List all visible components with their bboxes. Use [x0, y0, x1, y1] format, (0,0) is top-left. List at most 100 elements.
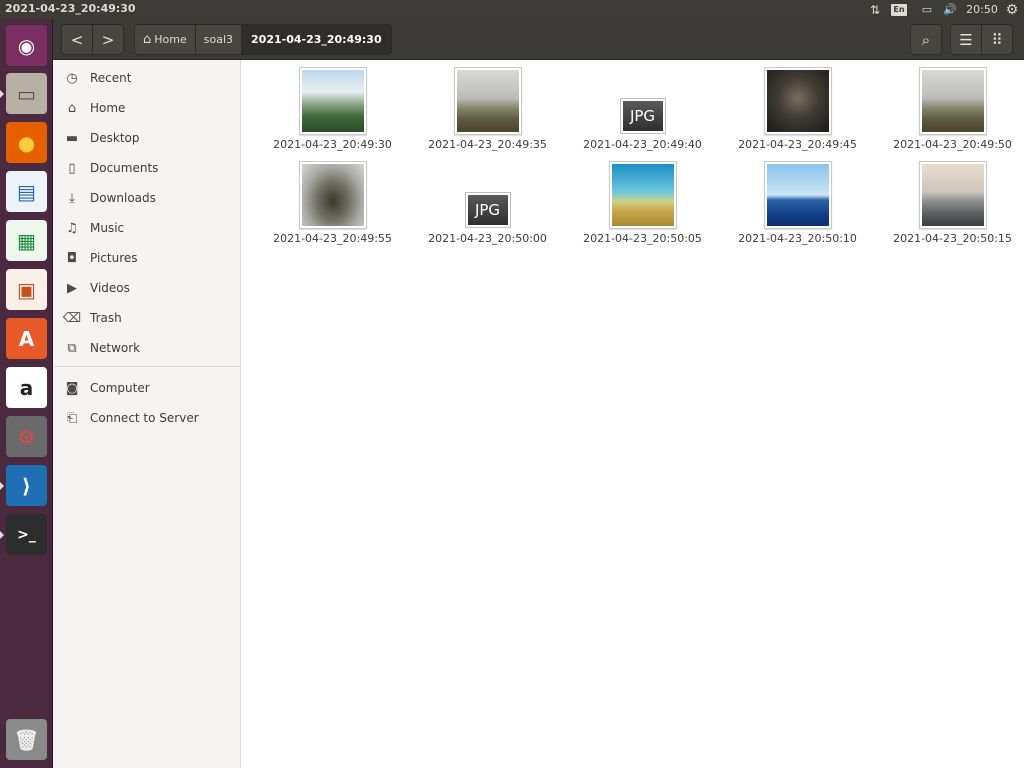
forward-button[interactable]: >	[92, 24, 124, 55]
launcher-item[interactable]: ▣	[4, 267, 49, 312]
launcher-item[interactable]: ⚙	[4, 414, 49, 459]
image-thumbnail	[608, 161, 677, 229]
launcher-item[interactable]: ◉	[4, 23, 49, 68]
image-thumbnail	[763, 161, 832, 229]
launcher-item[interactable]: ▤	[4, 169, 49, 214]
running-indicator-icon	[0, 531, 4, 539]
sidebar-item-downloads[interactable]: ⤓ Downloads	[53, 183, 240, 213]
grid-view-icon: ⠿	[991, 30, 1003, 49]
sidebar-item-recent[interactable]: ◷ Recent	[53, 63, 240, 93]
image-thumbnail	[918, 161, 987, 229]
jpg-file-icon: JPG	[464, 192, 511, 228]
launcher-item[interactable]: 🗑	[4, 717, 49, 762]
view-options-button[interactable]: ⠿	[981, 24, 1013, 55]
file-name: 2021-04-23_20:49:50	[893, 138, 1012, 151]
sound-indicator-icon[interactable]: 🔊	[941, 0, 959, 19]
running-indicator-icon	[0, 482, 4, 490]
launcher-item[interactable]: A	[4, 316, 49, 361]
sidebar-item-desktop[interactable]: ▬ Desktop	[53, 123, 240, 153]
file-name: 2021-04-23_20:50:00	[428, 232, 547, 245]
jpg-label: JPG	[622, 101, 663, 131]
documents-icon: ▯	[68, 160, 76, 176]
breadcrumb-home[interactable]: ⌂ Home	[134, 24, 196, 55]
home-icon: ⌂	[143, 32, 152, 47]
thumbnail-image	[766, 70, 829, 132]
sidebar-item-label: Pictures	[90, 251, 138, 265]
sidebar-item-network[interactable]: ⧉ Network	[53, 333, 240, 363]
file-item[interactable]: 2021-04-23_20:49:45	[720, 60, 875, 154]
breadcrumb-folder[interactable]: soal3	[194, 24, 243, 55]
launcher-item[interactable]: ▭	[4, 71, 49, 116]
file-name: 2021-04-23_20:50:10	[738, 232, 857, 245]
downloads-icon: ⤓	[69, 190, 75, 206]
computer-icon: ◙	[65, 380, 79, 396]
chevron-left-icon: <	[70, 30, 84, 49]
sidebar-item-label: Computer	[90, 381, 150, 395]
launcher-item[interactable]: >_	[4, 512, 49, 557]
sidebar-item-label: Documents	[90, 161, 159, 175]
file-name: 2021-04-23_20:49:55	[273, 232, 392, 245]
sidebar-item-documents[interactable]: ▯ Documents	[53, 153, 240, 183]
breadcrumb-home-label: Home	[154, 33, 187, 46]
launcher-item[interactable]: a	[4, 365, 49, 410]
sidebar: ◷ Recent ⌂ Home ▬ Desktop ▯ Documents ⤓ Downloads…	[53, 60, 241, 768]
jpg-label: JPG	[467, 195, 508, 225]
launcher-item[interactable]: ●	[4, 120, 49, 165]
file-item[interactable]: 2021-04-23_20:49:55	[255, 154, 410, 248]
sidebar-item-videos[interactable]: ▶ Videos	[53, 273, 240, 303]
list-view-button[interactable]: ☰	[950, 24, 982, 55]
file-item[interactable]: 2021-04-23_20:49:35	[410, 60, 565, 154]
file-item[interactable]: 2021-04-23_20:49:30	[255, 60, 410, 154]
ubuntu-dash-icon: ◉	[6, 25, 47, 66]
file-item[interactable]: 2021-04-23_20:50:15	[875, 154, 1024, 248]
system-menu-gear-icon[interactable]: ⚙	[1003, 0, 1021, 19]
sidebar-item-label: Recent	[90, 71, 132, 85]
breadcrumb-current-label: 2021-04-23_20:49:30	[251, 33, 382, 46]
thumbnail-image	[611, 164, 674, 226]
file-name: 2021-04-23_20:50:15	[893, 232, 1012, 245]
breadcrumb-current[interactable]: 2021-04-23_20:49:30	[241, 24, 392, 55]
clock[interactable]: 20:50	[966, 0, 998, 19]
sidebar-item-connect-to-server[interactable]: ⎗ Connect to Server	[53, 403, 240, 433]
music-icon: ♫	[66, 220, 78, 236]
sidebar-item-trash[interactable]: ⌫ Trash	[53, 303, 240, 333]
sidebar-item-home[interactable]: ⌂ Home	[53, 93, 240, 123]
sidebar-item-pictures[interactable]: ◘ Pictures	[53, 243, 240, 273]
file-item[interactable]: 2021-04-23_20:49:50	[875, 60, 1024, 154]
running-indicator-icon	[0, 90, 4, 98]
file-item[interactable]: JPG 2021-04-23_20:49:40	[565, 60, 720, 154]
file-item[interactable]: 2021-04-23_20:50:05	[565, 154, 720, 248]
sidebar-item-music[interactable]: ♫ Music	[53, 213, 240, 243]
launcher-item[interactable]: ▦	[4, 218, 49, 263]
chevron-right-icon: >	[101, 30, 115, 49]
back-button[interactable]: <	[61, 24, 93, 55]
home-icon: ⌂	[67, 100, 77, 116]
battery-indicator-icon[interactable]: ▭	[916, 0, 938, 19]
desktop-icon: ▬	[65, 130, 79, 146]
breadcrumb: ⌂ Home soal3 2021-04-23_20:49:30	[134, 24, 392, 55]
sidebar-item-label: Desktop	[90, 131, 140, 145]
vscode-icon: ⟩	[6, 465, 47, 506]
connect-to-server-icon: ⎗	[66, 410, 78, 426]
files-icon: ▭	[6, 73, 47, 114]
sidebar-item-label: Downloads	[90, 191, 156, 205]
sidebar-item-label: Connect to Server	[90, 411, 199, 425]
sidebar-item-label: Videos	[90, 281, 130, 295]
file-name: 2021-04-23_20:50:05	[583, 232, 702, 245]
search-button[interactable]: ⌕	[910, 24, 942, 55]
file-item[interactable]: JPG 2021-04-23_20:50:00	[410, 154, 565, 248]
software-center-icon: A	[6, 318, 47, 359]
launcher-item[interactable]: ⟩	[4, 463, 49, 508]
keyboard-layout-indicator[interactable]: En	[891, 0, 907, 19]
sidebar-item-label: Trash	[90, 311, 122, 325]
image-thumbnail	[298, 67, 367, 135]
sidebar-item-computer[interactable]: ◙ Computer	[53, 373, 240, 403]
network-icon: ⧉	[67, 340, 77, 356]
thumbnail-image	[456, 70, 519, 132]
image-thumbnail	[453, 67, 522, 135]
file-name: 2021-04-23_20:49:40	[583, 138, 702, 151]
firefox-icon: ●	[6, 122, 47, 163]
file-item[interactable]: 2021-04-23_20:50:10	[720, 154, 875, 248]
network-indicator-icon[interactable]: ⇅	[866, 0, 884, 19]
terminal-icon: >_	[6, 514, 47, 555]
